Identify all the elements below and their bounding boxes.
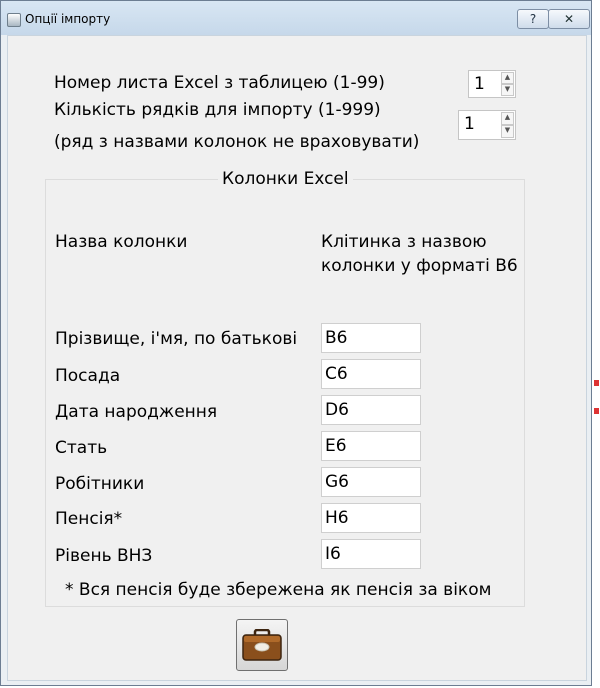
spin-down-icon[interactable]: ▼: [501, 125, 514, 138]
field-label-pension: Пенсія*: [55, 509, 123, 529]
row-count-note: (ряд з назвами колонок не враховувати): [54, 132, 420, 152]
background-edge-marker: [594, 408, 599, 414]
field-label-full-name: Прізвище, і'мя, по батькові: [55, 329, 298, 349]
sheet-number-spinner[interactable]: 1 ▲ ▼: [468, 70, 516, 98]
dialog-body: Номер листа Excel з таблицею (1-99) 1 ▲ …: [7, 35, 587, 681]
cell-input-gender[interactable]: E6: [321, 431, 421, 461]
spin-up-icon[interactable]: ▲: [501, 72, 514, 84]
pension-footnote: * Вся пенсія буде збережена як пенсія за…: [65, 580, 492, 600]
cell-input-education[interactable]: I6: [321, 539, 421, 569]
background-edge-marker: [594, 380, 599, 386]
window-title: Опції імпорту: [25, 12, 111, 26]
help-button[interactable]: ?: [517, 9, 549, 29]
field-label-education: Рівень ВНЗ: [55, 546, 153, 566]
spin-up-icon[interactable]: ▲: [501, 112, 514, 125]
cell-input-birth-date[interactable]: D6: [321, 395, 421, 425]
cell-header-line1: Клітинка з назвою: [321, 232, 487, 252]
row-count-label: Кількість рядків для імпорту (1-999): [54, 100, 381, 120]
cell-input-workers[interactable]: G6: [321, 467, 421, 497]
column-name-header: Назва колонки: [55, 232, 188, 252]
import-options-dialog: Опції імпорту ? ✕ Номер листа Excel з та…: [0, 0, 592, 686]
field-label-birth-date: Дата народження: [55, 402, 218, 422]
field-label-workers: Робітники: [55, 474, 145, 494]
cell-input-position[interactable]: C6: [321, 359, 421, 389]
briefcase-icon: [242, 629, 282, 661]
sheet-number-label: Номер листа Excel з таблицею (1-99): [54, 73, 385, 93]
spinner-arrows: ▲ ▼: [501, 72, 514, 96]
sheet-number-value[interactable]: 1: [474, 74, 485, 94]
app-icon: [7, 13, 21, 27]
row-count-spinner[interactable]: 1 ▲ ▼: [458, 110, 516, 140]
spinner-arrows: ▲ ▼: [501, 112, 514, 138]
import-button[interactable]: [236, 619, 288, 671]
close-button[interactable]: ✕: [548, 9, 590, 29]
excel-columns-group: Колонки Excel Назва колонки Клітинка з н…: [45, 169, 525, 607]
spin-down-icon[interactable]: ▼: [501, 84, 514, 96]
row-count-value[interactable]: 1: [464, 114, 475, 134]
cell-input-full-name[interactable]: B6: [321, 323, 421, 353]
cell-header-line2: колонки у форматі В6: [321, 256, 518, 276]
group-title: Колонки Excel: [218, 169, 353, 189]
field-label-position: Посада: [55, 366, 121, 386]
field-label-gender: Стать: [55, 438, 108, 458]
title-bar[interactable]: Опції імпорту ? ✕: [1, 1, 591, 35]
cell-input-pension[interactable]: H6: [321, 503, 421, 533]
